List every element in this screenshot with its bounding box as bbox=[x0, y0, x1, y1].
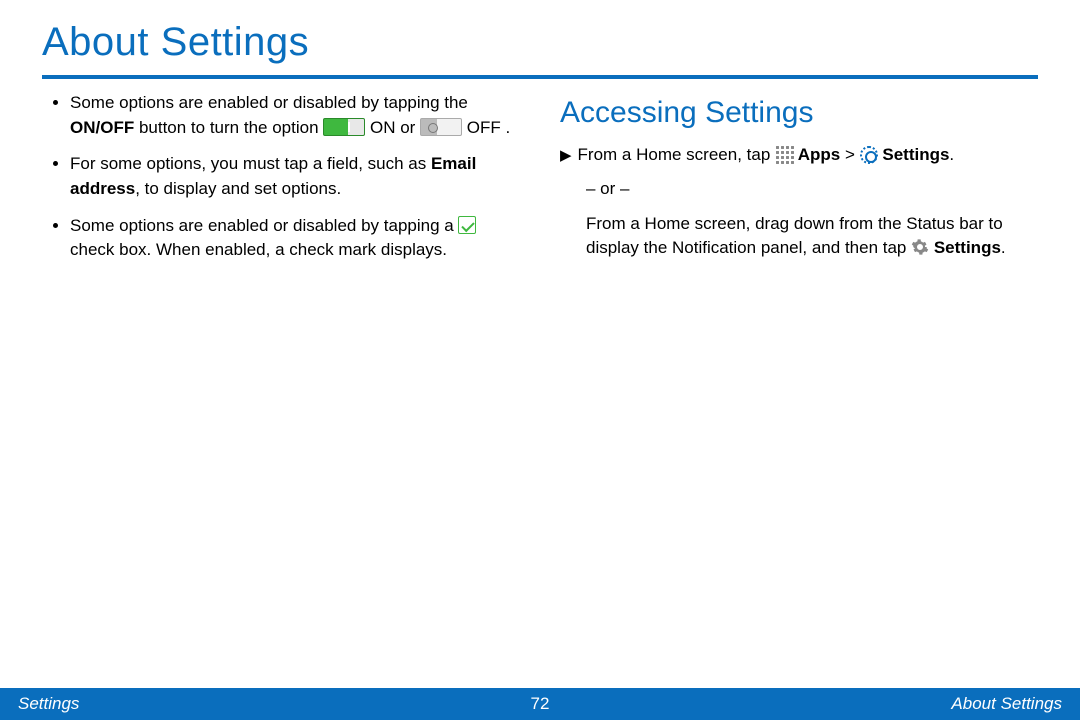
onoff-label: ON/OFF bbox=[70, 118, 134, 137]
apps-grid-icon bbox=[775, 145, 793, 163]
bullet-list: Some options are enabled or disabled by … bbox=[42, 91, 520, 263]
title-divider bbox=[42, 75, 1038, 79]
step-alt: From a Home screen, drag down from the S… bbox=[560, 212, 1038, 261]
list-item: Some options are enabled or disabled by … bbox=[70, 214, 520, 263]
arrow-icon: ▶ bbox=[560, 145, 572, 167]
text: . bbox=[1001, 238, 1006, 257]
text: , to display and set options. bbox=[135, 179, 341, 198]
page-footer: Settings 72 About Settings bbox=[0, 688, 1080, 720]
settings-circle-icon bbox=[860, 146, 878, 164]
right-column: Accessing Settings ▶ From a Home screen, … bbox=[560, 91, 1038, 275]
text: > bbox=[840, 145, 859, 164]
text: Some options are enabled or disabled by … bbox=[70, 216, 458, 235]
checkbox-icon bbox=[458, 216, 476, 234]
footer-left: Settings bbox=[18, 694, 79, 714]
text: Some options are enabled or disabled by … bbox=[70, 93, 468, 112]
list-item: For some options, you must tap a field, … bbox=[70, 152, 520, 201]
gear-icon bbox=[911, 238, 929, 256]
content-columns: Some options are enabled or disabled by … bbox=[0, 91, 1080, 275]
text: check box. When enabled, a check mark di… bbox=[70, 240, 447, 259]
or-separator: – or – bbox=[560, 177, 1038, 202]
settings-label: Settings bbox=[882, 145, 949, 164]
text: From a Home screen, tap bbox=[578, 145, 775, 164]
text: OFF . bbox=[462, 118, 510, 137]
text: For some options, you must tap a field, … bbox=[70, 154, 431, 173]
list-item: Some options are enabled or disabled by … bbox=[70, 91, 520, 140]
footer-right: About Settings bbox=[951, 694, 1062, 714]
text: button to turn the option bbox=[134, 118, 323, 137]
left-column: Some options are enabled or disabled by … bbox=[42, 91, 520, 275]
page-title: About Settings bbox=[0, 0, 1080, 71]
settings-label: Settings bbox=[934, 238, 1001, 257]
text: ON or bbox=[365, 118, 420, 137]
apps-label: Apps bbox=[798, 145, 841, 164]
page-number: 72 bbox=[531, 694, 550, 714]
text: . bbox=[949, 145, 954, 164]
toggle-off-icon bbox=[420, 118, 462, 136]
section-heading: Accessing Settings bbox=[560, 91, 1038, 135]
toggle-on-icon bbox=[323, 118, 365, 136]
page: About Settings Some options are enabled … bbox=[0, 0, 1080, 720]
step-line: ▶ From a Home screen, tap Apps > Settings… bbox=[560, 143, 1038, 168]
